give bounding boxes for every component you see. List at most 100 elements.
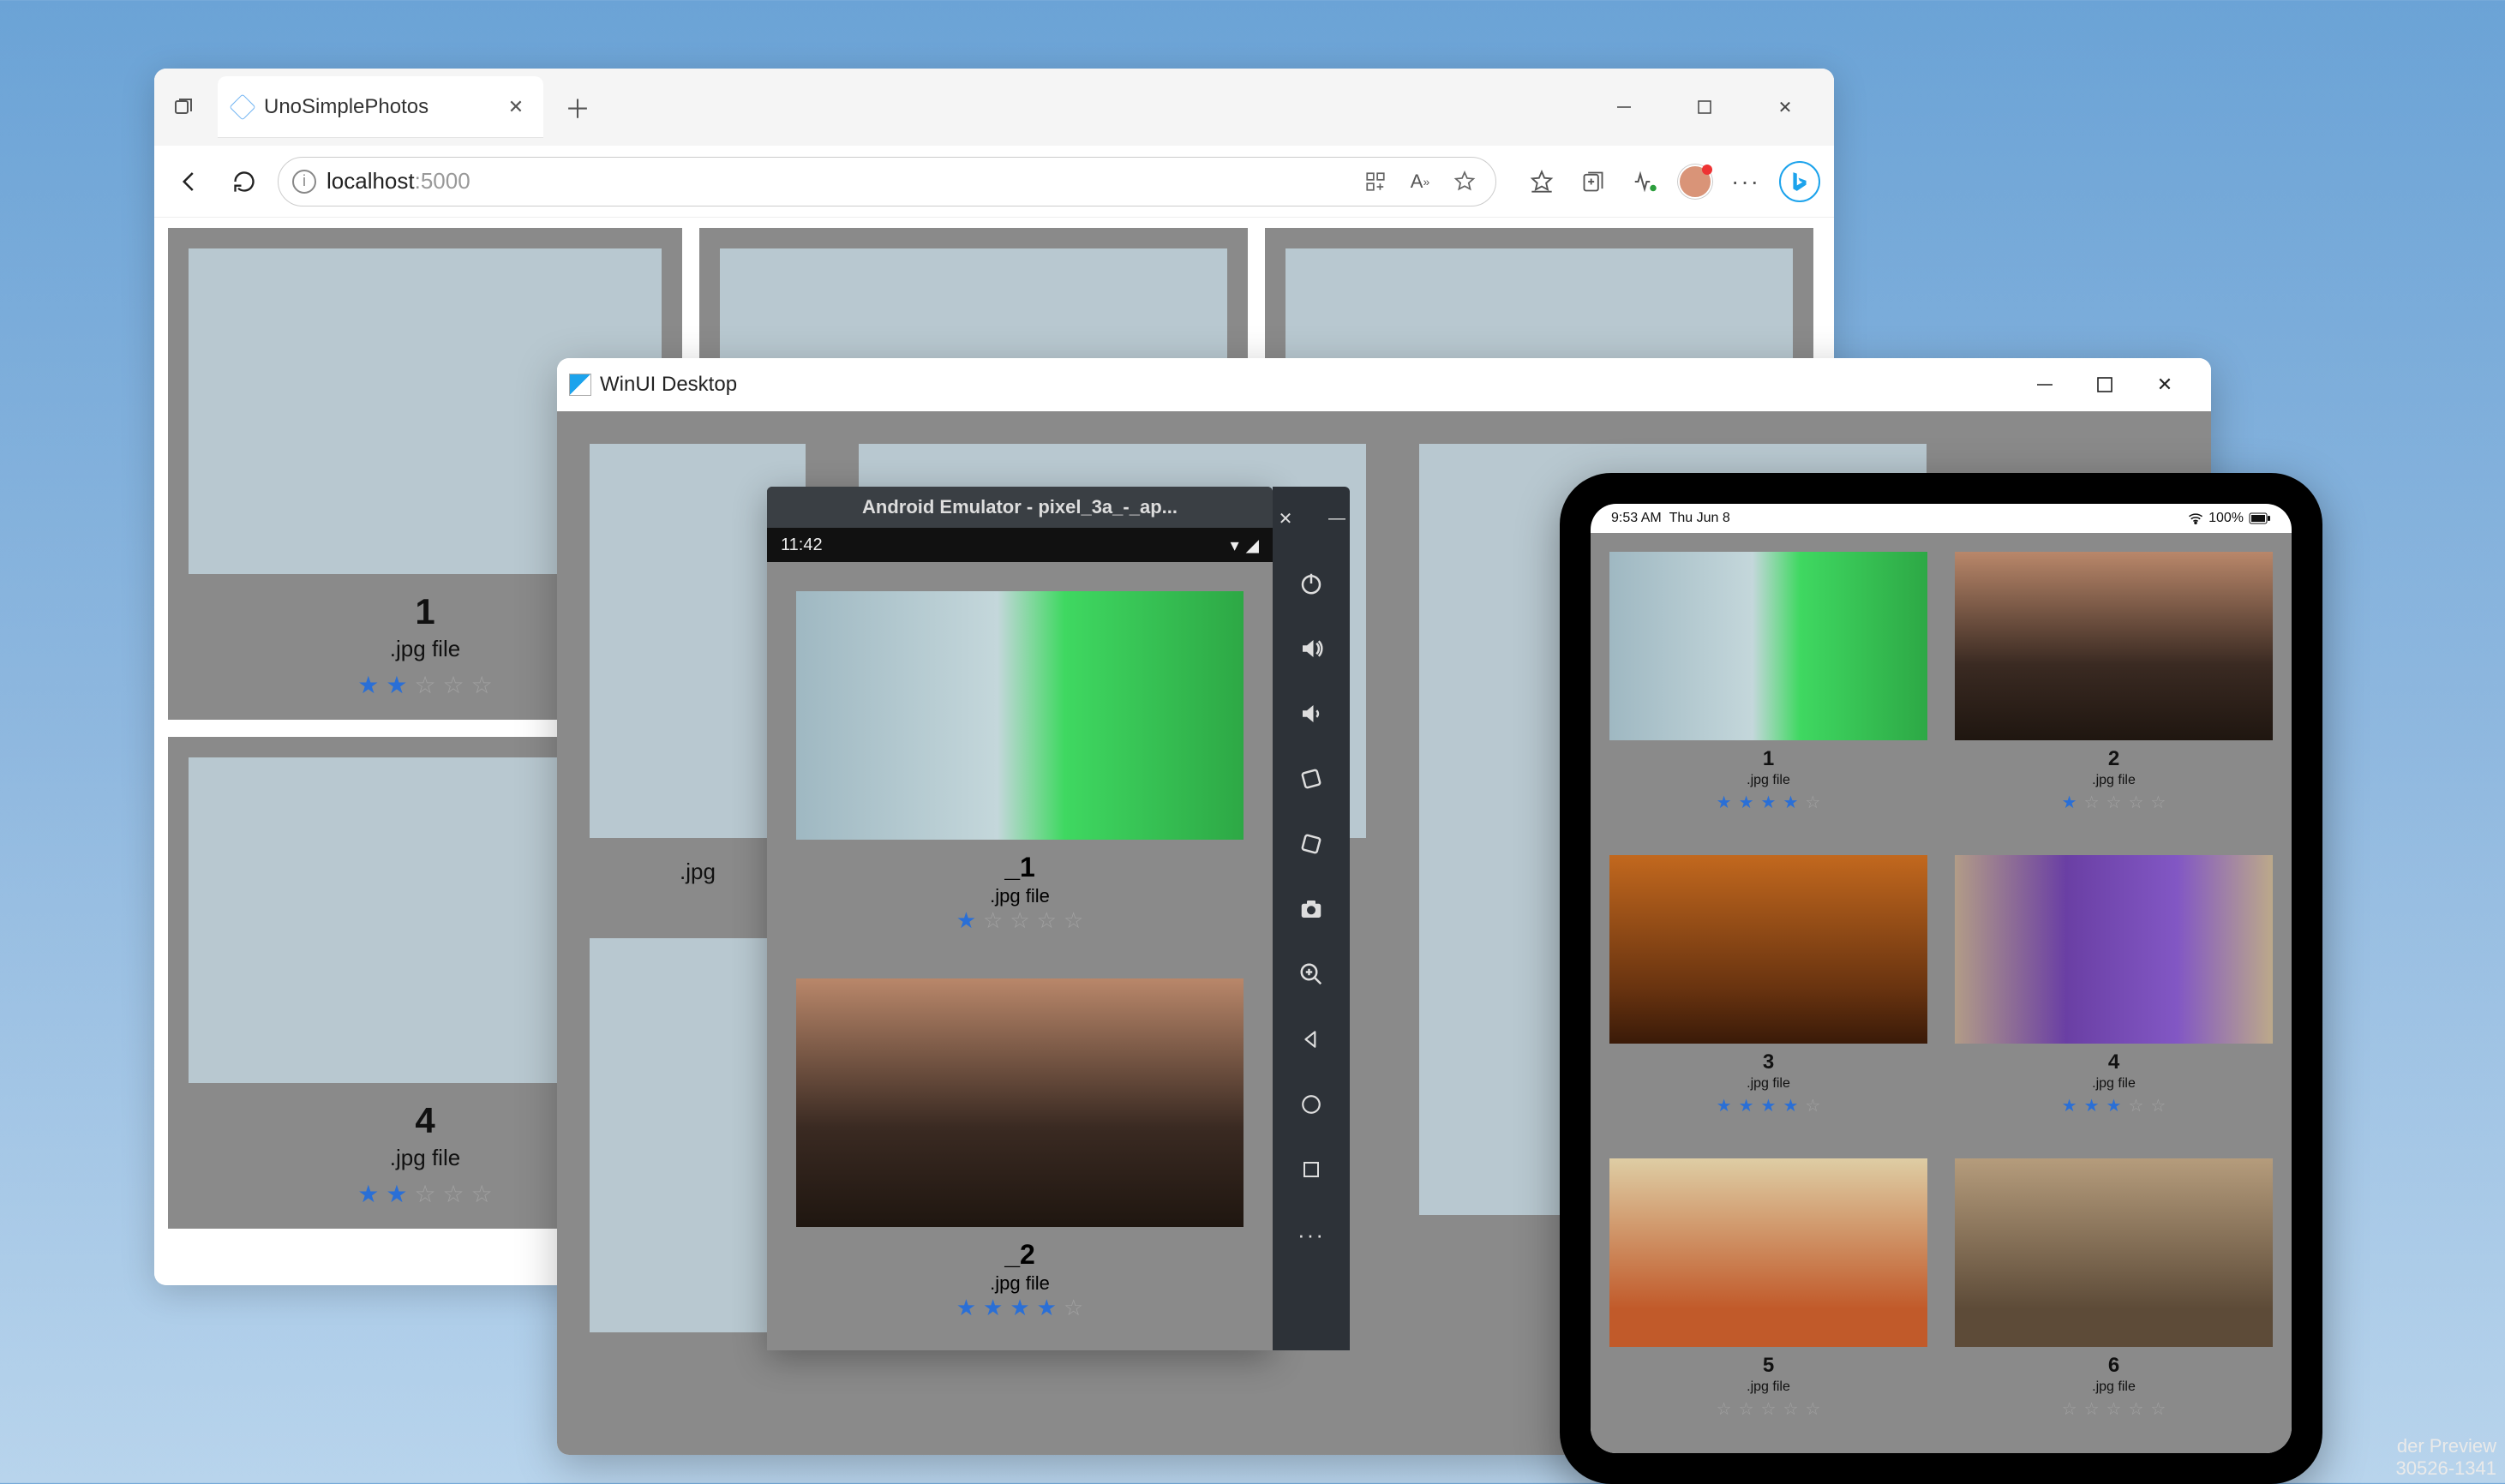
star-icon[interactable]: ☆: [1761, 1398, 1777, 1420]
star-icon[interactable]: ☆: [2106, 792, 2122, 813]
star-icon[interactable]: ★: [983, 1295, 1003, 1321]
star-icon[interactable]: ☆: [2150, 1398, 2166, 1420]
star-icon[interactable]: ☆: [2150, 1095, 2166, 1116]
android-titlebar[interactable]: Android Emulator - pixel_3a_-_ap...: [767, 487, 1273, 528]
star-icon[interactable]: ☆: [1805, 792, 1820, 813]
power-icon[interactable]: [1291, 564, 1331, 603]
rating-stars[interactable]: ★ ★ ★ ★ ☆: [1609, 792, 1927, 813]
photo-card[interactable]: 3.jpg file★★★★☆: [1601, 847, 1936, 1140]
star-icon[interactable]: ☆: [414, 1180, 435, 1208]
volume-up-icon[interactable]: [1291, 629, 1331, 668]
star-icon[interactable]: ☆: [2128, 1095, 2143, 1116]
photo-card[interactable]: 6.jpg file☆☆☆☆☆: [1946, 1150, 2281, 1443]
minimize-button[interactable]: [1585, 81, 1663, 133]
star-icon[interactable]: ☆: [1805, 1398, 1820, 1420]
star-icon[interactable]: ★: [386, 1180, 407, 1208]
rotate-left-icon[interactable]: [1291, 759, 1331, 799]
rating-stars[interactable]: ★ ☆ ☆ ☆ ☆: [1955, 792, 2273, 813]
star-icon[interactable]: ☆: [2062, 1398, 2077, 1420]
star-icon[interactable]: ★: [2106, 1095, 2122, 1116]
star-icon[interactable]: ☆: [2084, 792, 2100, 813]
star-icon[interactable]: ☆: [1064, 907, 1083, 934]
more-icon[interactable]: ···: [1291, 1215, 1331, 1254]
close-button[interactable]: ✕: [1747, 81, 1824, 133]
star-icon[interactable]: ★: [2062, 1095, 2077, 1116]
photo-card[interactable]: _1 .jpg file ★☆☆☆☆: [781, 576, 1259, 949]
star-icon[interactable]: ☆: [1037, 907, 1057, 934]
rating-stars[interactable]: ★ ★ ★ ☆ ☆: [1955, 1095, 2273, 1116]
star-icon[interactable]: ★: [1783, 1095, 1798, 1116]
browser-tab[interactable]: UnoSimplePhotos ✕: [218, 76, 543, 138]
photo-card[interactable]: _2 .jpg file ★★★★☆: [781, 963, 1259, 1337]
star-icon[interactable]: ★: [1761, 1095, 1777, 1116]
photo-card[interactable]: 1.jpg file★★★★☆: [1601, 543, 1936, 836]
new-tab-button[interactable]: ＋: [552, 81, 603, 133]
star-icon[interactable]: ☆: [2150, 792, 2166, 813]
star-icon[interactable]: ★: [357, 671, 379, 699]
nav-back-icon[interactable]: [1291, 1020, 1331, 1059]
emulator-close-button[interactable]: ✕: [1266, 499, 1305, 538]
star-icon[interactable]: ☆: [2106, 1398, 2122, 1420]
star-icon[interactable]: ★: [1739, 792, 1754, 813]
star-icon[interactable]: ★: [1037, 1295, 1057, 1321]
star-icon[interactable]: ☆: [443, 1180, 464, 1208]
star-icon[interactable]: ☆: [983, 907, 1003, 934]
star-icon[interactable]: ★: [1717, 1095, 1732, 1116]
star-icon[interactable]: ☆: [1805, 1095, 1820, 1116]
star-icon[interactable]: ☆: [2128, 792, 2143, 813]
rating-stars[interactable]: ★ ★ ★ ★ ☆: [796, 1295, 1244, 1321]
star-icon[interactable]: ★: [2084, 1095, 2100, 1116]
star-icon[interactable]: ☆: [2128, 1398, 2143, 1420]
maximize-button[interactable]: [1666, 81, 1743, 133]
star-icon[interactable]: ☆: [1064, 1295, 1083, 1321]
nav-overview-icon[interactable]: [1291, 1150, 1331, 1189]
photo-card[interactable]: 5.jpg file☆☆☆☆☆: [1601, 1150, 1936, 1443]
star-icon[interactable]: ★: [357, 1180, 379, 1208]
ipad-content[interactable]: 1.jpg file★★★★☆2.jpg file★☆☆☆☆3.jpg file…: [1591, 533, 2292, 1453]
photo-card[interactable]: 2.jpg file★☆☆☆☆: [1946, 543, 2281, 836]
minimize-button[interactable]: [2028, 368, 2062, 402]
apps-icon[interactable]: [1358, 165, 1393, 199]
profile-avatar[interactable]: [1678, 165, 1712, 199]
zoom-icon[interactable]: [1291, 954, 1331, 994]
rating-stars[interactable]: ☆☆☆☆☆: [1955, 1398, 2273, 1420]
android-content[interactable]: _1 .jpg file ★☆☆☆☆ _2 .jpg file ★★★★☆: [767, 562, 1273, 1350]
star-icon[interactable]: ☆: [1783, 1398, 1798, 1420]
address-bar[interactable]: i localhost:5000 A»: [278, 157, 1496, 206]
star-icon[interactable]: ☆: [443, 671, 464, 699]
more-icon[interactable]: ···: [1728, 164, 1764, 200]
close-button[interactable]: ✕: [2148, 368, 2182, 402]
volume-down-icon[interactable]: [1291, 694, 1331, 733]
rotate-right-icon[interactable]: [1291, 824, 1331, 864]
back-button[interactable]: [168, 160, 211, 203]
star-icon[interactable]: ★: [1010, 1295, 1029, 1321]
star-icon[interactable]: ★: [1761, 792, 1777, 813]
tab-actions-button[interactable]: [165, 88, 202, 126]
rating-stars[interactable]: ★ ☆ ☆ ☆ ☆: [796, 907, 1244, 934]
nav-home-icon[interactable]: [1291, 1085, 1331, 1124]
star-icon[interactable]: ☆: [1739, 1398, 1754, 1420]
star-icon[interactable]: ☆: [414, 671, 435, 699]
star-icon[interactable]: ★: [956, 1295, 976, 1321]
star-icon[interactable]: ☆: [471, 1180, 493, 1208]
star-icon[interactable]: ★: [1717, 792, 1732, 813]
star-icon[interactable]: ☆: [471, 671, 493, 699]
performance-icon[interactable]: [1627, 164, 1663, 200]
favorite-icon[interactable]: [1447, 165, 1482, 199]
star-icon[interactable]: ★: [956, 907, 976, 934]
star-icon[interactable]: ☆: [1010, 907, 1029, 934]
star-icon[interactable]: ★: [1783, 792, 1798, 813]
emulator-minimize-button[interactable]: —: [1317, 499, 1357, 538]
collections-icon[interactable]: [1575, 164, 1611, 200]
bing-button[interactable]: [1779, 161, 1820, 202]
rating-stars[interactable]: ☆ ☆ ☆ ☆ ☆: [1609, 1398, 1927, 1420]
tab-close-icon[interactable]: ✕: [504, 95, 528, 119]
star-icon[interactable]: ★: [2062, 792, 2077, 813]
photo-card[interactable]: 4.jpg file★★★☆☆: [1946, 847, 2281, 1140]
maximize-button[interactable]: [2088, 368, 2122, 402]
site-info-icon[interactable]: i: [292, 170, 316, 194]
read-aloud-icon[interactable]: A»: [1403, 165, 1437, 199]
star-icon[interactable]: ☆: [1717, 1398, 1732, 1420]
camera-icon[interactable]: [1291, 889, 1331, 929]
star-icon[interactable]: ★: [1739, 1095, 1754, 1116]
